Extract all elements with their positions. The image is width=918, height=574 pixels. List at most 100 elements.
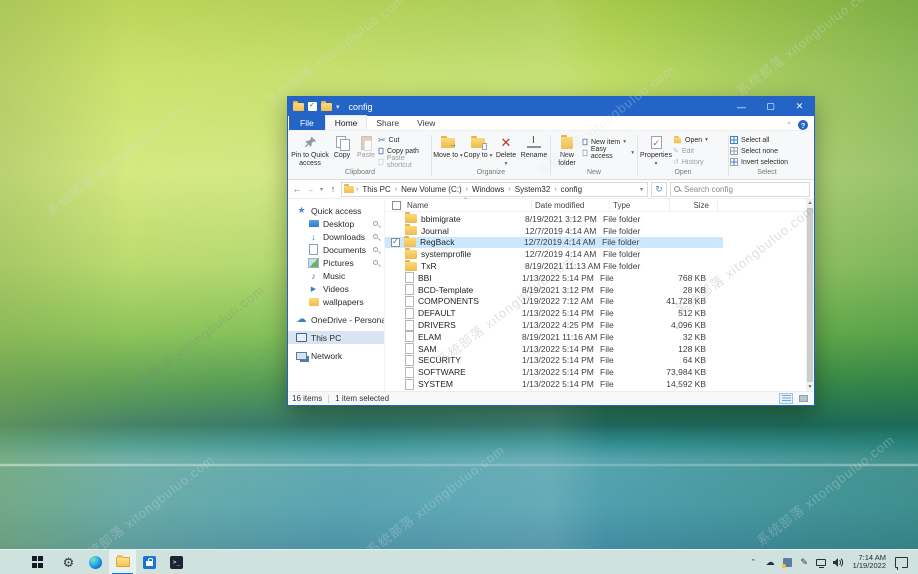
- paste-button[interactable]: Paste: [354, 133, 378, 160]
- notification-app-icon[interactable]: [780, 550, 795, 574]
- file-row-systemprofile[interactable]: systemprofile 12/7/2019 4:14 AM File folde…: [385, 247, 723, 260]
- sidebar-item-downloads[interactable]: Downloads: [288, 230, 384, 243]
- back-button[interactable]: ←: [292, 184, 302, 194]
- sidebar-item-documents[interactable]: Documents: [288, 243, 384, 256]
- cut-button[interactable]: ✂ Cut: [378, 135, 430, 145]
- folder-icon: [405, 259, 417, 271]
- taskbar-settings-button[interactable]: ⚙: [55, 550, 82, 574]
- start-button[interactable]: [24, 550, 51, 574]
- maximize-button[interactable]: ▢: [756, 97, 785, 116]
- search-box[interactable]: [670, 181, 810, 197]
- taskbar-store-button[interactable]: [136, 550, 163, 574]
- show-hidden-icons-button[interactable]: ⌃: [746, 550, 761, 574]
- refresh-button[interactable]: ↻: [651, 181, 667, 197]
- select-all-button[interactable]: Select all: [730, 135, 802, 145]
- file-row-elam[interactable]: ELAM 8/19/2021 11:16 AM File 32 KB: [385, 331, 723, 343]
- sidebar-item-videos[interactable]: Videos: [288, 282, 384, 295]
- row-checkbox[interactable]: [391, 237, 400, 247]
- sidebar-item-desktop[interactable]: Desktop: [288, 217, 384, 230]
- file-row-system[interactable]: SYSTEM 1/13/2022 5:14 PM File 14,592 KB: [385, 378, 723, 390]
- column-header-size[interactable]: Size: [670, 199, 718, 211]
- breadcrumb-segment[interactable]: Windows: [470, 185, 506, 194]
- easy-access-button[interactable]: Easy access ▾: [582, 146, 634, 160]
- edit-button[interactable]: ✎ Edit: [673, 146, 723, 156]
- scroll-down-icon[interactable]: ▼: [808, 383, 813, 391]
- qat-customize-button[interactable]: ▾: [336, 103, 340, 111]
- pin-to-quick-access-button[interactable]: Pin to Quick access: [290, 133, 330, 168]
- breadcrumb-bar[interactable]: › This PC › New Volume (C:) › Windows › System…: [341, 181, 648, 197]
- qat-properties-button[interactable]: [308, 101, 317, 111]
- column-header-type[interactable]: Type: [610, 199, 670, 211]
- copy-button[interactable]: Copy: [330, 133, 354, 160]
- select-none-button[interactable]: Select none: [730, 146, 802, 156]
- file-row-security[interactable]: SECURITY 1/13/2022 5:14 PM File 64 KB: [385, 354, 723, 367]
- tab-share[interactable]: Share: [367, 116, 408, 130]
- minimize-button[interactable]: —: [727, 97, 756, 116]
- tab-home[interactable]: Home: [324, 115, 368, 130]
- taskbar-terminal-button[interactable]: >_: [163, 550, 190, 574]
- scroll-up-icon[interactable]: ▲: [808, 199, 813, 207]
- sidebar-item-onedrive-personal[interactable]: OneDrive - Personal: [288, 313, 384, 326]
- vertical-scrollbar[interactable]: ▲ ▼: [806, 199, 814, 391]
- file-row-regback[interactable]: RegBack 12/7/2019 4:14 AM File folder: [385, 235, 723, 249]
- file-row-sam[interactable]: SAM 1/13/2022 5:14 PM File 128 KB: [385, 343, 723, 355]
- volume-icon[interactable]: [831, 550, 846, 574]
- invert-selection-button[interactable]: Invert selection: [730, 157, 802, 167]
- breadcrumb-separator: ›: [465, 185, 468, 193]
- sidebar-item-network[interactable]: Network: [288, 349, 384, 362]
- file-row-software[interactable]: SOFTWARE 1/13/2022 5:14 PM File 73,984 KB: [385, 366, 723, 378]
- address-dropdown-icon[interactable]: ▾: [640, 186, 645, 193]
- sidebar-item-this-pc[interactable]: This PC: [288, 331, 384, 344]
- breadcrumb-segment[interactable]: System32: [513, 185, 553, 194]
- pen-icon[interactable]: ✎: [797, 550, 812, 574]
- sidebar-item-music[interactable]: Music: [288, 269, 384, 282]
- taskbar-edge-button[interactable]: [82, 550, 109, 574]
- sidebar-item-pictures[interactable]: Pictures: [288, 256, 384, 269]
- tab-file[interactable]: File: [289, 116, 325, 130]
- column-header-date-modified[interactable]: Date modified: [532, 199, 610, 211]
- close-button[interactable]: ✕: [785, 97, 814, 116]
- onedrive-icon[interactable]: ☁: [763, 550, 778, 574]
- file-row-default[interactable]: DEFAULT 1/13/2022 5:14 PM File 512 KB: [385, 307, 723, 319]
- action-center-icon[interactable]: [895, 556, 908, 570]
- network-icon[interactable]: [814, 550, 829, 574]
- rename-button[interactable]: Rename: [519, 133, 549, 160]
- copy-to-button[interactable]: Copy to ▾: [463, 133, 493, 160]
- move-to-button[interactable]: → Move to ▾: [433, 133, 463, 160]
- sidebar-item-wallpapers[interactable]: wallpapers: [288, 295, 384, 308]
- forward-button[interactable]: →: [305, 184, 315, 194]
- paste-shortcut-button[interactable]: Paste shortcut: [378, 155, 430, 169]
- details-view-button[interactable]: [779, 393, 793, 404]
- help-icon[interactable]: ?: [798, 120, 808, 130]
- new-folder-button[interactable]: New folder: [552, 133, 582, 168]
- column-header-name[interactable]: ⌃ Name: [401, 198, 532, 211]
- up-button[interactable]: ↑: [328, 184, 338, 194]
- qat-new-folder-button[interactable]: [321, 100, 332, 111]
- thumbnail-view-button[interactable]: [796, 393, 810, 404]
- thumbnail-view-icon: [798, 395, 808, 402]
- breadcrumb-segment[interactable]: New Volume (C:): [399, 185, 463, 194]
- file-row-journal[interactable]: Journal 12/7/2019 4:14 AM File folder: [385, 224, 723, 237]
- delete-button[interactable]: ✕ Delete ▾: [493, 133, 519, 168]
- collapse-ribbon-icon[interactable]: ⌃: [786, 121, 792, 129]
- scrollbar-thumb[interactable]: [807, 208, 813, 382]
- taskbar-clock[interactable]: 7:14 AM 1/19/2022: [848, 553, 891, 571]
- file-row-drivers[interactable]: DRIVERS 1/13/2022 4:25 PM File 4,096 KB: [385, 319, 723, 331]
- search-input[interactable]: [684, 184, 806, 194]
- file-row-components[interactable]: COMPONENTS 1/19/2022 7:12 AM File 41,728 KB: [385, 295, 723, 308]
- recent-locations-icon[interactable]: ▾: [318, 186, 325, 193]
- sidebar-item-quick-access[interactable]: Quick access: [288, 204, 384, 217]
- file-row-bbimigrate[interactable]: bbimigrate 8/19/2021 3:12 PM File folder: [385, 212, 723, 225]
- breadcrumb-segment[interactable]: config: [559, 185, 584, 194]
- tab-view[interactable]: View: [408, 116, 444, 130]
- open-button[interactable]: Open ▾: [673, 135, 723, 145]
- file-row-txr[interactable]: TxR 8/19/2021 11:13 AM File folder: [385, 259, 723, 272]
- history-button[interactable]: ↺ History: [673, 157, 723, 167]
- file-row-bbi[interactable]: BBI 1/13/2022 5:14 PM File 768 KB: [385, 272, 723, 284]
- properties-button[interactable]: Properties▾: [639, 133, 673, 168]
- select-all-checkbox[interactable]: [392, 200, 401, 210]
- taskbar-file-explorer-button[interactable]: [109, 549, 136, 574]
- breadcrumb-segment[interactable]: This PC: [360, 185, 392, 194]
- file-row-bcd-template[interactable]: BCD-Template 8/19/2021 3:12 PM File 28 KB: [385, 284, 723, 296]
- title-bar[interactable]: ▾ config — ▢ ✕: [288, 97, 814, 116]
